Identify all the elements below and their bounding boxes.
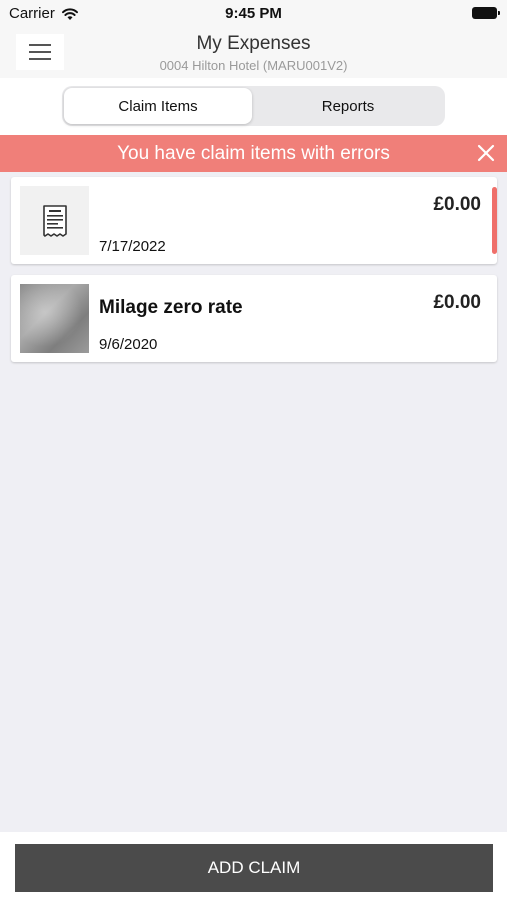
claim-item-card[interactable]: Milage zero rate 9/6/2020 £0.00: [11, 275, 497, 362]
page-subtitle: 0004 Hilton Hotel (MARU001V2): [159, 58, 348, 73]
add-claim-button[interactable]: ADD CLAIM: [15, 844, 493, 892]
tab-bar: Claim Items Reports: [0, 78, 507, 135]
footer: ADD CLAIM: [0, 832, 507, 900]
receipt-icon: [42, 204, 67, 237]
segmented-control: Claim Items Reports: [62, 86, 445, 126]
claim-photo-thumbnail: [20, 284, 89, 353]
error-banner: You have claim items with errors: [0, 135, 507, 172]
navigation-bar: My Expenses 0004 Hilton Hotel (MARU001V2…: [0, 28, 507, 78]
claim-item-amount: £0.00: [433, 194, 481, 215]
claim-items-list: 7/17/2022 £0.00 Milage zero rate 9/6/202…: [0, 172, 507, 832]
tab-claim-items[interactable]: Claim Items: [64, 88, 252, 124]
claim-item-amount: £0.00: [433, 292, 481, 313]
claim-item-date: 9/6/2020: [99, 336, 158, 353]
claim-item-card[interactable]: 7/17/2022 £0.00: [11, 177, 497, 264]
claim-item-title: Milage zero rate: [99, 297, 243, 318]
tab-reports[interactable]: Reports: [254, 88, 442, 124]
error-indicator: [492, 187, 497, 254]
error-banner-text: You have claim items with errors: [117, 143, 390, 164]
status-bar: Carrier 9:45 PM: [0, 0, 507, 28]
status-time: 9:45 PM: [225, 5, 282, 22]
claim-thumbnail: [20, 186, 89, 255]
page-title: My Expenses: [196, 33, 311, 54]
battery-icon: [472, 7, 500, 19]
claim-item-date: 7/17/2022: [99, 238, 166, 255]
close-icon[interactable]: [476, 143, 496, 163]
